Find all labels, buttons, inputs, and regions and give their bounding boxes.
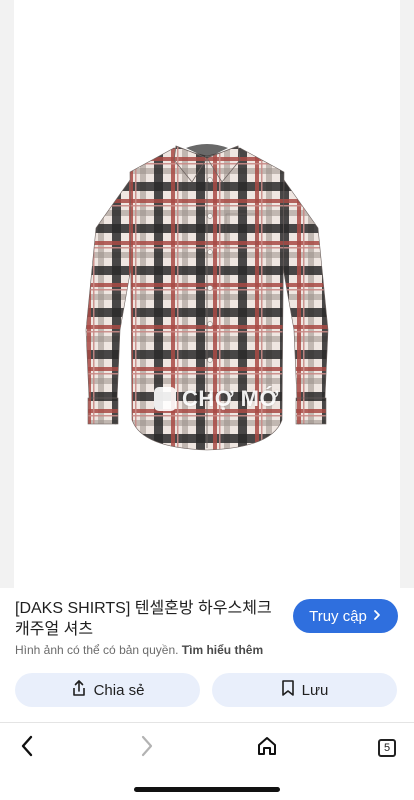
home-indicator — [134, 787, 280, 792]
forward-button[interactable] — [132, 733, 162, 763]
share-icon — [71, 679, 87, 701]
bookmark-icon — [281, 679, 295, 701]
home-button[interactable] — [252, 733, 282, 763]
product-image[interactable]: CHỢ MỚ — [14, 0, 400, 588]
watermark-logo-icon — [154, 387, 176, 411]
copyright-text: Hình ảnh có thể có bản quyền. — [15, 643, 179, 657]
share-button[interactable]: Chia sẻ — [15, 673, 200, 707]
home-icon — [256, 735, 278, 762]
save-button[interactable]: Lưu — [212, 673, 397, 707]
tabs-button[interactable]: 5 — [372, 733, 402, 763]
chevron-right-icon — [372, 608, 382, 625]
copyright-notice: Hình ảnh có thể có bản quyền. Tìm hiểu t… — [15, 643, 263, 657]
visit-button[interactable]: Truy cập — [293, 599, 398, 633]
watermark-text: CHỢ MỚ — [182, 386, 279, 411]
image-area: CHỢ MỚ — [0, 0, 414, 588]
result-title[interactable]: [DAKS SHIRTS] 텐셀혼방 하우스체크 캐주얼 셔츠 — [15, 598, 283, 640]
plaid-shirt-image — [85, 144, 329, 451]
browser-toolbar: 5 — [0, 722, 414, 773]
chevron-right-icon — [140, 735, 154, 762]
page: CHỢ MỚ [DAKS SHIRTS] 텐셀혼방 하우스체크 캐주얼 셔츠 T… — [0, 0, 414, 800]
share-label: Chia sẻ — [93, 681, 145, 699]
chevron-left-icon — [20, 735, 34, 762]
tab-count: 5 — [378, 739, 396, 757]
save-label: Lưu — [301, 681, 329, 699]
learn-more-link[interactable]: Tìm hiểu thêm — [182, 643, 263, 657]
watermark: CHỢ MỚ — [154, 386, 279, 412]
result-header: [DAKS SHIRTS] 텐셀혼방 하우스체크 캐주얼 셔츠 Truy cập — [15, 598, 399, 638]
visit-label: Truy cập — [309, 607, 367, 625]
back-button[interactable] — [12, 733, 42, 763]
